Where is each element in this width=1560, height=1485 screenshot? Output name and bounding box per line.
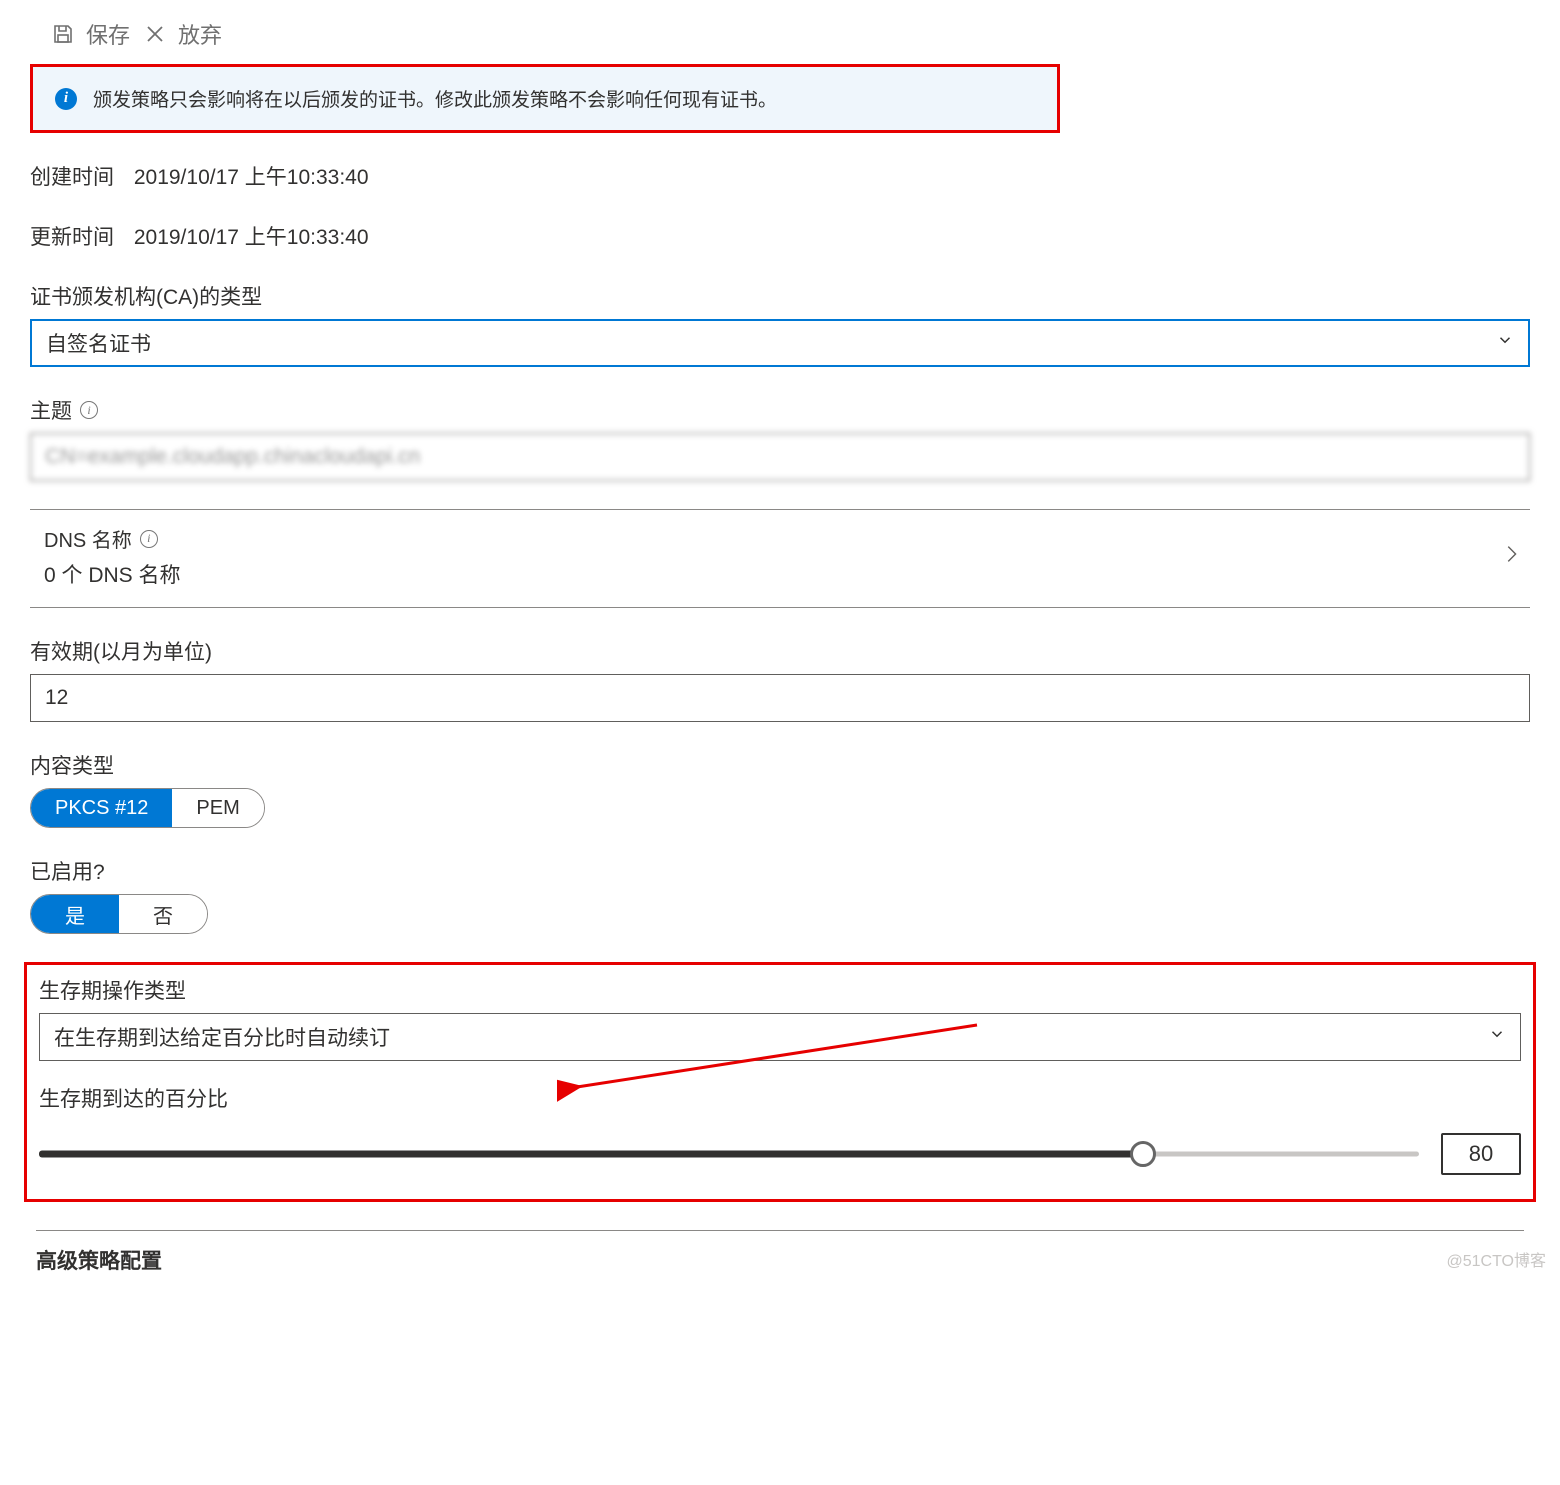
enabled-label: 已启用? — [30, 856, 1530, 886]
close-icon — [142, 21, 168, 47]
lifetime-percent-label: 生存期到达的百分比 — [39, 1083, 1521, 1113]
dns-label: DNS 名称 i — [44, 524, 181, 553]
info-icon[interactable]: i — [140, 530, 158, 548]
lifetime-action-label: 生存期操作类型 — [39, 975, 1521, 1005]
subject-value: CN=example.cloudapp.chinacloudapi.cn — [45, 445, 420, 469]
validity-label: 有效期(以月为单位) — [30, 636, 1530, 666]
subject-input[interactable]: CN=example.cloudapp.chinacloudapi.cn — [30, 433, 1530, 481]
created-value: 2019/10/17 上午10:33:40 — [134, 166, 369, 189]
save-button[interactable]: 保存 — [50, 18, 130, 50]
subject-label: 主题 i — [30, 395, 1530, 425]
content-type-label: 内容类型 — [30, 750, 1530, 780]
chevron-down-icon — [1488, 1025, 1506, 1049]
toolbar: 保存 放弃 — [0, 18, 1560, 64]
lifetime-percent-slider[interactable] — [39, 1142, 1419, 1166]
discard-label: 放弃 — [178, 18, 222, 50]
created-label: 创建时间 — [30, 166, 114, 189]
enabled-no[interactable]: 否 — [119, 895, 207, 933]
ca-type-value: 自签名证书 — [46, 328, 151, 358]
info-icon: i — [55, 88, 77, 110]
dns-names-row[interactable]: DNS 名称 i 0 个 DNS 名称 — [30, 509, 1530, 608]
enabled-toggle: 是 否 — [30, 894, 208, 934]
info-text: 颁发策略只会影响将在以后颁发的证书。修改此颁发策略不会影响任何现有证书。 — [93, 85, 777, 112]
updated-time-row: 更新时间 2019/10/17 上午10:33:40 — [30, 221, 1530, 251]
content-type-toggle: PKCS #12 PEM — [30, 788, 265, 828]
lifetime-section: 生存期操作类型 在生存期到达给定百分比时自动续订 生存期到达的百分比 — [24, 962, 1536, 1202]
validity-input[interactable]: 12 — [30, 674, 1530, 722]
info-banner: i 颁发策略只会影响将在以后颁发的证书。修改此颁发策略不会影响任何现有证书。 — [30, 64, 1060, 133]
content-type-pkcs12[interactable]: PKCS #12 — [31, 789, 172, 827]
dns-value: 0 个 DNS 名称 — [44, 559, 181, 589]
created-time-row: 创建时间 2019/10/17 上午10:33:40 — [30, 161, 1530, 191]
watermark: @51CTO博客 — [1446, 1247, 1546, 1271]
ca-type-label: 证书颁发机构(CA)的类型 — [30, 281, 1530, 311]
discard-button[interactable]: 放弃 — [142, 18, 222, 50]
lifetime-action-select[interactable]: 在生存期到达给定百分比时自动续订 — [39, 1013, 1521, 1061]
lifetime-percent-value[interactable]: 80 — [1441, 1133, 1521, 1175]
updated-value: 2019/10/17 上午10:33:40 — [134, 226, 369, 249]
advanced-policy-header[interactable]: 高级策略配置 — [36, 1230, 1524, 1275]
ca-type-select[interactable]: 自签名证书 — [30, 319, 1530, 367]
save-label: 保存 — [86, 18, 130, 50]
updated-label: 更新时间 — [30, 226, 114, 249]
save-icon — [50, 21, 76, 47]
content-type-pem[interactable]: PEM — [172, 789, 263, 827]
chevron-right-icon — [1500, 539, 1522, 575]
enabled-yes[interactable]: 是 — [31, 895, 119, 933]
lifetime-action-value: 在生存期到达给定百分比时自动续订 — [54, 1022, 390, 1052]
validity-value: 12 — [45, 686, 68, 710]
chevron-down-icon — [1496, 331, 1514, 355]
info-icon[interactable]: i — [80, 401, 98, 419]
